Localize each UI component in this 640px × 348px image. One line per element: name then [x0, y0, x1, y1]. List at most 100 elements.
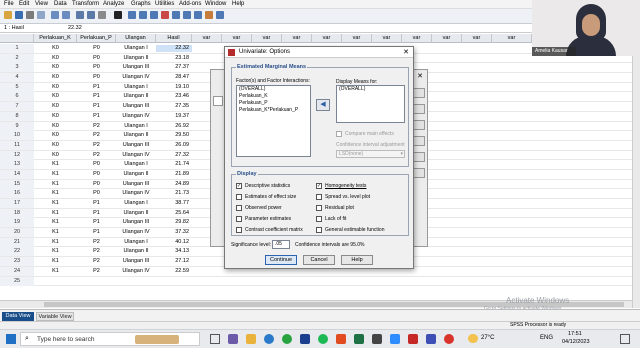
taskbar-app-icon[interactable] — [426, 334, 436, 344]
cell-perlakuan-k[interactable]: K0 — [34, 132, 77, 139]
row-number[interactable]: 11 — [0, 140, 34, 150]
menu-analyze[interactable]: Analyze — [103, 1, 124, 7]
spell-check-icon[interactable] — [216, 11, 224, 19]
clock-time[interactable]: 17:51 — [568, 331, 582, 337]
menu-graphs[interactable]: Graphs — [131, 1, 151, 7]
residual-plot-checkbox[interactable] — [316, 205, 322, 211]
cell-hasil[interactable]: 29.50 — [156, 132, 192, 139]
cell-perlakuan-p[interactable]: P0 — [77, 161, 116, 168]
cell-hasil[interactable]: 40.12 — [156, 239, 192, 246]
insert-cases-icon[interactable] — [128, 11, 136, 19]
compare-main-effects-checkbox[interactable] — [336, 131, 342, 137]
recall-dialog-icon[interactable] — [37, 11, 45, 19]
cell-perlakuan-k[interactable]: K1 — [34, 219, 77, 226]
column-header[interactable]: var — [282, 34, 312, 43]
row-number[interactable]: 14 — [0, 169, 34, 179]
descriptive-statistics-checkbox[interactable]: ✓ — [236, 183, 242, 189]
cell-perlakuan-k[interactable]: K0 — [34, 152, 77, 159]
cell-perlakuan-p[interactable]: P1 — [77, 210, 116, 217]
cell-ulangan[interactable]: Ulangan III — [116, 103, 156, 110]
select-cases-icon[interactable] — [172, 11, 180, 19]
cell-hasil[interactable]: 28.47 — [156, 74, 192, 81]
corner-cell[interactable] — [0, 34, 34, 43]
find-icon[interactable] — [114, 11, 122, 19]
side-button[interactable] — [413, 88, 425, 98]
cell-hasil[interactable]: 23.18 — [156, 55, 192, 62]
cell-ulangan[interactable]: Ulangan I — [116, 45, 156, 52]
cell-hasil[interactable]: 34.13 — [156, 248, 192, 255]
goto-variable-icon[interactable] — [87, 11, 95, 19]
menu-help[interactable]: Help — [232, 1, 244, 7]
cell-hasil[interactable]: 27.32 — [156, 152, 192, 159]
spotify-icon[interactable] — [318, 334, 328, 344]
cell-perlakuan-k[interactable]: K0 — [34, 103, 77, 110]
cell-perlakuan-k[interactable]: K1 — [34, 161, 77, 168]
cell-perlakuan-p[interactable]: P0 — [77, 55, 116, 62]
cell-perlakuan-k[interactable]: K1 — [34, 248, 77, 255]
column-header[interactable]: var — [252, 34, 282, 43]
cell-hasil[interactable]: 27.37 — [156, 64, 192, 71]
cell-hasil[interactable]: 27.35 — [156, 103, 192, 110]
homogeneity-tests-checkbox[interactable]: ✓ — [316, 183, 322, 189]
cell-ulangan[interactable]: Ulangan III — [116, 258, 156, 265]
general-estimable-checkbox[interactable] — [316, 227, 322, 233]
cell-perlakuan-p[interactable]: P1 — [77, 84, 116, 91]
cell-ulangan[interactable]: Ulangan IV — [116, 229, 156, 236]
column-header[interactable]: var — [492, 34, 532, 43]
side-button[interactable] — [413, 104, 425, 114]
cell-hasil[interactable]: 19.37 — [156, 113, 192, 120]
lack-of-fit-checkbox[interactable] — [316, 216, 322, 222]
row-number[interactable]: 4 — [0, 73, 34, 83]
windows-start-icon[interactable] — [6, 334, 16, 344]
significance-input[interactable]: .05 — [272, 240, 290, 249]
cell-ulangan[interactable]: Ulangan III — [116, 181, 156, 188]
cell-perlakuan-p[interactable]: P0 — [77, 181, 116, 188]
side-button[interactable] — [413, 120, 425, 130]
list-item[interactable]: (OVERALL) — [337, 86, 404, 93]
cell-perlakuan-p[interactable]: P1 — [77, 93, 116, 100]
cell-hasil[interactable]: 38.77 — [156, 200, 192, 207]
column-header[interactable]: Ulangan — [116, 34, 156, 43]
list-item[interactable]: (OVERALL) — [237, 86, 310, 93]
menu-data[interactable]: Data — [54, 1, 67, 7]
column-header[interactable]: Perlakuan_P — [77, 34, 116, 43]
cell-ulangan[interactable]: Ulangan II — [116, 171, 156, 178]
clock-date[interactable]: 04/12/2023 — [562, 339, 590, 345]
cell-ulangan[interactable]: Ulangan IV — [116, 152, 156, 159]
cell-ulangan[interactable]: Ulangan III — [116, 142, 156, 149]
edge-icon[interactable] — [264, 334, 274, 344]
cell-perlakuan-k[interactable]: K0 — [34, 93, 77, 100]
cell-perlakuan-p[interactable]: P1 — [77, 113, 116, 120]
row-number[interactable]: 17 — [0, 199, 34, 208]
menu-addons[interactable]: Add-ons — [179, 1, 201, 7]
column-header[interactable]: var — [222, 34, 252, 43]
cell-ulangan[interactable]: Ulangan III — [116, 219, 156, 226]
column-header[interactable]: var — [312, 34, 342, 43]
side-button[interactable] — [413, 152, 425, 162]
language-indicator[interactable]: ENG — [540, 335, 553, 341]
cell-ulangan[interactable]: Ulangan III — [116, 64, 156, 71]
cell-hasil[interactable]: 24.89 — [156, 181, 192, 188]
row-number[interactable]: 23 — [0, 257, 34, 267]
row-number[interactable]: 7 — [0, 102, 34, 112]
cell-perlakuan-p[interactable]: P0 — [77, 74, 116, 81]
list-item[interactable]: Perlakuan_K*Perlakuan_P — [237, 107, 310, 114]
cell-hasil[interactable]: 26.09 — [156, 142, 192, 149]
cell-perlakuan-p[interactable]: P0 — [77, 45, 116, 52]
cell-value-input[interactable]: 22.32 — [68, 25, 82, 31]
row-number[interactable]: 2 — [0, 53, 34, 63]
cell-perlakuan-k[interactable]: K1 — [34, 229, 77, 236]
column-header[interactable]: Hasil — [156, 34, 192, 43]
list-item[interactable]: Perlakuan_K — [237, 93, 310, 100]
cell-perlakuan-p[interactable]: P1 — [77, 229, 116, 236]
cell-perlakuan-k[interactable]: K1 — [34, 171, 77, 178]
cell-perlakuan-k[interactable]: K1 — [34, 268, 77, 275]
row-number[interactable]: 24 — [0, 266, 34, 276]
row-number[interactable]: 12 — [0, 150, 34, 160]
cell-perlakuan-p[interactable]: P0 — [77, 171, 116, 178]
cell-perlakuan-p[interactable]: P2 — [77, 258, 116, 265]
cell-ulangan[interactable]: Ulangan II — [116, 132, 156, 139]
row-number[interactable]: 19 — [0, 218, 34, 228]
cell-perlakuan-p[interactable]: P1 — [77, 219, 116, 226]
task-view-icon[interactable] — [210, 334, 220, 344]
